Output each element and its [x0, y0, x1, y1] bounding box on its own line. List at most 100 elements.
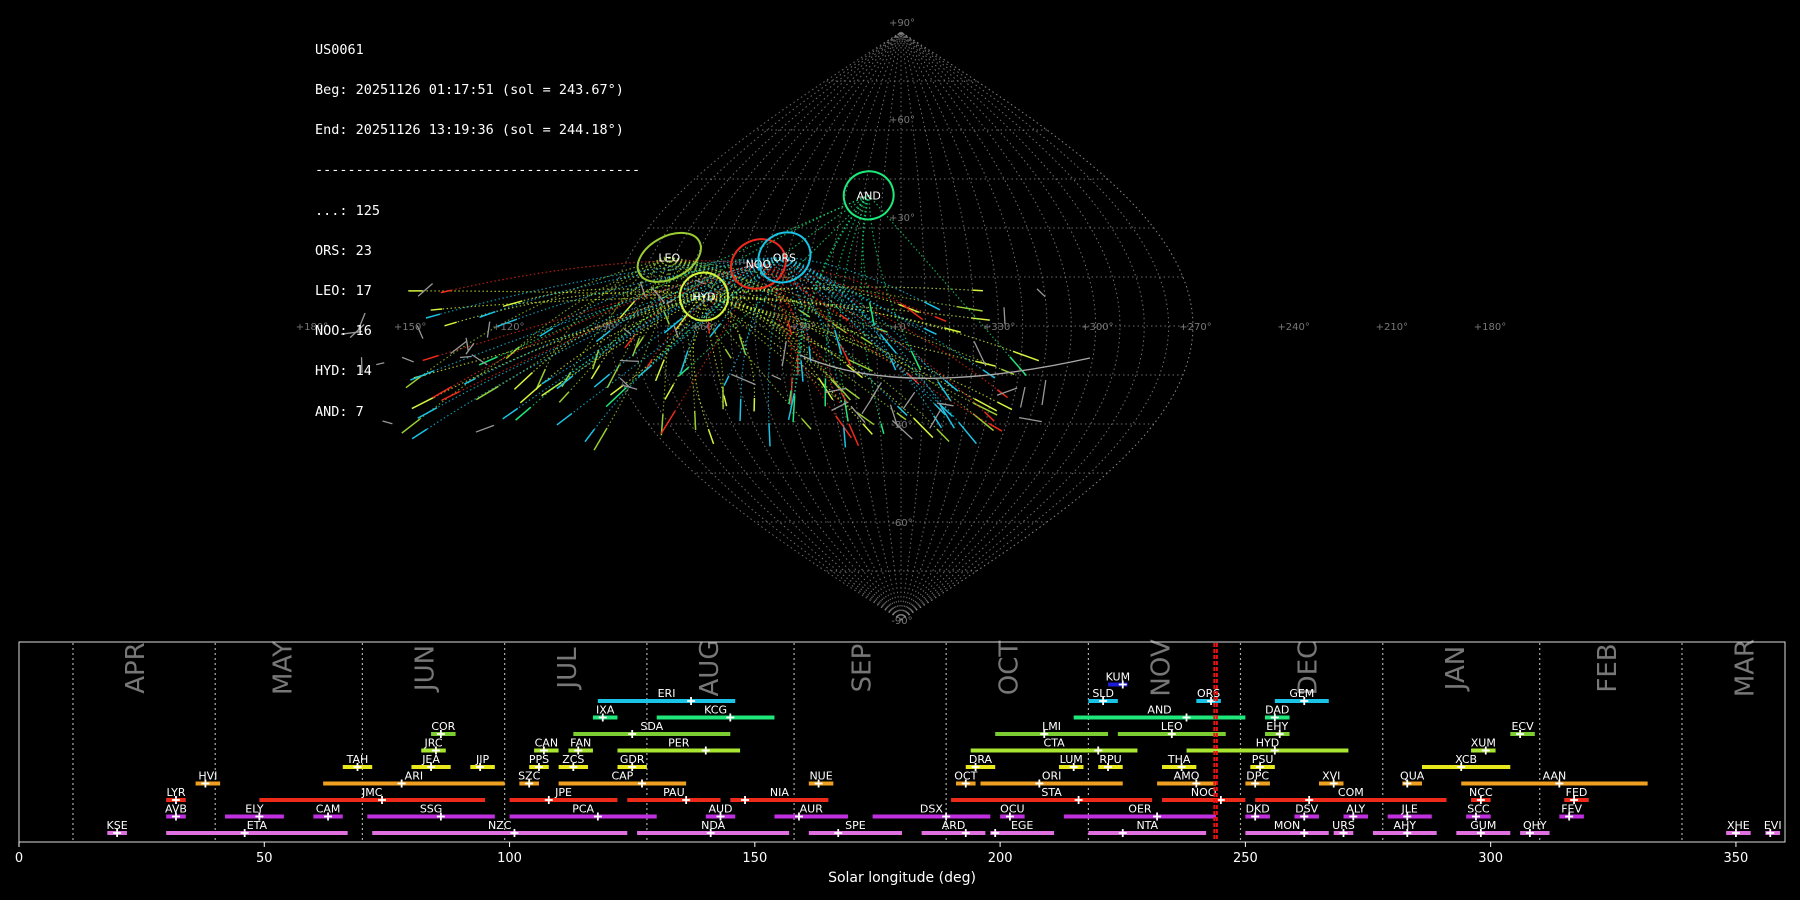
shower-label-fan: FAN [570, 737, 591, 750]
shower-label-ori: ORI [1042, 770, 1062, 783]
month-label-nov: NOV [1146, 639, 1176, 696]
shower-label-xcb: XCB [1455, 753, 1477, 766]
shower-label-ixa: IXA [596, 704, 615, 717]
shower-label-pps: PPS [529, 753, 549, 766]
shower-label-ohy: OHY [1523, 819, 1547, 832]
shower-label-hyd: HYD [1256, 737, 1279, 750]
month-label-feb: FEB [1593, 643, 1623, 692]
x-tick-label: 250 [1233, 851, 1258, 866]
month-label-jul: JUL [553, 647, 583, 691]
shower-label-can: CAN [535, 737, 558, 750]
shower-label-cor: COR [431, 720, 455, 733]
shower-label-tha: THA [1167, 753, 1191, 766]
shower-label-com: COM [1338, 786, 1364, 799]
shower-label-nzc: NZC [488, 819, 512, 832]
shower-label-ocu: OCU [1000, 803, 1024, 816]
shower-label-dsx: DSX [920, 803, 943, 816]
shower-label-sda: SDA [640, 720, 663, 733]
x-axis-ticks: 0 50 100 150 200 250 300 350 [15, 842, 1748, 866]
shower-label-lmi: LMI [1042, 720, 1061, 733]
shower-label-kse: KSE [107, 819, 128, 832]
shower-label-ecv: ECV [1511, 720, 1534, 733]
shower-label-xum: XUM [1471, 737, 1496, 750]
shower-label-ahy: AHY [1394, 819, 1417, 832]
shower-label-pca: PCA [572, 803, 594, 816]
month-label-jun: JUN [411, 645, 441, 693]
x-tick-label: 150 [742, 851, 767, 866]
shower-label-leo: LEO [1161, 720, 1183, 733]
shower-label-jip: JIP [475, 753, 489, 766]
shower-label-lyr: LYR [166, 786, 185, 799]
shower-label-avb: AVB [165, 803, 187, 816]
month-label-oct: OCT [994, 641, 1024, 696]
month-label-mar: MAR [1730, 639, 1760, 697]
shower-label-per: PER [668, 737, 690, 750]
shower-label-xvi: XVI [1322, 770, 1340, 783]
shower-label-cta: CTA [1044, 737, 1066, 750]
shower-label-dpc: DPC [1246, 770, 1269, 783]
shower-label-ely: ELY [245, 803, 264, 816]
shower-label-szc: SZC [518, 770, 541, 783]
shower-label-ege: EGE [1011, 819, 1033, 832]
shower-label-eri: ERI [658, 687, 676, 700]
shower-label-pau: PAU [663, 786, 685, 799]
month-label-aug: AUG [695, 640, 725, 697]
shower-label-gem: GEM [1289, 687, 1314, 700]
shower-label-ssg: SSG [420, 803, 443, 816]
x-tick-label: 300 [1478, 851, 1503, 866]
shower-label-dra: DRA [969, 753, 993, 766]
x-tick-label: 0 [15, 851, 23, 866]
month-label-jan: JAN [1441, 646, 1471, 692]
x-tick-label: 100 [497, 851, 522, 866]
current-sol-markers [1213, 643, 1218, 841]
shower-label-xhe: XHE [1727, 819, 1750, 832]
shower-label-lum: LUM [1060, 753, 1083, 766]
month-labels: APR MAY JUN JUL AUG SEP OCT NOV DEC JAN FEB MAR [121, 639, 1760, 697]
shower-label-rpu: RPU [1099, 753, 1121, 766]
shower-label-aan: AAN [1543, 770, 1567, 783]
shower-label-jea: JEA [421, 753, 440, 766]
x-tick-label: 200 [988, 851, 1013, 866]
shower-label-jle: JLE [1401, 803, 1418, 816]
shower-label-qua: QUA [1400, 770, 1425, 783]
shower-label-nda: NDA [701, 819, 726, 832]
shower-bars: KUMERI SLD ORS GEMIXA KCG AND DADCOR SDA LMI LEO E… [107, 671, 1782, 837]
shower-label-jmc: JMC [361, 786, 383, 799]
shower-label-evi: EVI [1764, 819, 1782, 832]
shower-label-nta: NTA [1136, 819, 1158, 832]
shower-label-gum: GUM [1470, 819, 1496, 832]
shower-label-zcs: ZCS [562, 753, 584, 766]
shower-label-fed: FED [1566, 786, 1588, 799]
x-tick-label: 350 [1724, 851, 1749, 866]
shower-label-eta: ETA [247, 819, 268, 832]
shower-label-oct: OCT [954, 770, 977, 783]
shower-timeline: APR MAY JUN JUL AUG SEP OCT NOV DEC JAN FEB MAR KUM… [15, 639, 1786, 886]
x-tick-label: 50 [256, 851, 273, 866]
shower-label-amo: AMO [1174, 770, 1200, 783]
shower-label-ncc: NCC [1469, 786, 1493, 799]
shower-label-oer: OER [1128, 803, 1152, 816]
shower-label-sld: SLD [1092, 687, 1114, 700]
shower-label-dsv: DSV [1295, 803, 1318, 816]
shower-label-and: AND [1147, 704, 1171, 717]
shower-label-cap: CAP [611, 770, 633, 783]
shower-label-jpe: JPE [554, 786, 572, 799]
shower-label-fev: FEV [1561, 803, 1582, 816]
shower-label-kum: KUM [1106, 671, 1130, 684]
shower-label-cam: CAM [316, 803, 341, 816]
shower-label-noo: NOO [1191, 786, 1217, 799]
shower-label-ard: ARD [942, 819, 966, 832]
shower-label-aly: ALY [1346, 803, 1365, 816]
shower-label-spe: SPE [845, 819, 866, 832]
shower-label-tah: TAH [346, 753, 369, 766]
month-label-apr: APR [121, 642, 151, 694]
shower-label-gdr: GDR [620, 753, 645, 766]
shower-label-sta: STA [1041, 786, 1062, 799]
shower-label-psu: PSU [1252, 753, 1274, 766]
shower-label-urs: URS [1332, 819, 1355, 832]
shower-label-jrc: JRC [424, 737, 443, 750]
shower-label-dkd: DKD [1246, 803, 1270, 816]
shower-label-hvi: HVI [198, 770, 217, 783]
month-label-may: MAY [268, 641, 298, 695]
shower-label-kcg: KCG [704, 704, 727, 717]
